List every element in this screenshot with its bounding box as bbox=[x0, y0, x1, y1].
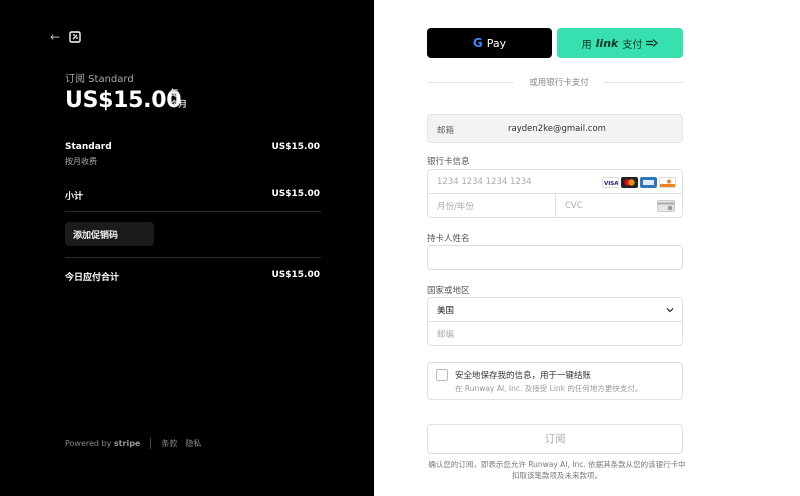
cardholder-name-input[interactable] bbox=[427, 245, 683, 270]
arrow-right-icon bbox=[646, 39, 659, 47]
google-pay-button[interactable]: G Pay bbox=[427, 28, 552, 58]
line-item-amount: US$15.00 bbox=[271, 142, 320, 152]
privacy-link[interactable]: 隐私 bbox=[185, 438, 201, 449]
zip-input[interactable]: 邮编 bbox=[427, 321, 683, 346]
plan-heading: 订阅 Standard bbox=[65, 74, 134, 85]
billing-period-line1: 每 bbox=[170, 89, 179, 99]
cvc-placeholder: CVC bbox=[565, 200, 583, 211]
link-suffix: 支付 bbox=[622, 39, 643, 51]
subtotal-amount: US$15.00 bbox=[271, 189, 320, 199]
zip-placeholder: 邮编 bbox=[437, 329, 455, 340]
total-label: 今日应付合计 bbox=[65, 273, 120, 283]
runway-logo-icon bbox=[69, 31, 81, 43]
save-info-checkbox[interactable] bbox=[436, 369, 448, 381]
subscribe-button[interactable]: 订阅 bbox=[427, 424, 683, 454]
billing-period-line2: 个月 bbox=[170, 100, 188, 110]
email-label: 邮箱 bbox=[437, 126, 455, 136]
total-price: US$15.00 bbox=[65, 88, 182, 113]
country-select[interactable]: 美国 bbox=[427, 297, 683, 322]
link-prefix: 用 bbox=[581, 39, 592, 51]
line-item-sub: 按月收费 bbox=[65, 157, 97, 166]
save-info-subtitle: 在 Runway AI, Inc. 及接受 Link 的任何地方更快支付。 bbox=[455, 384, 643, 393]
country-label: 国家或地区 bbox=[427, 286, 470, 296]
cardholder-label: 持卡人姓名 bbox=[427, 234, 470, 244]
mastercard-icon bbox=[621, 177, 638, 188]
powered-by-prefix: Powered by bbox=[65, 439, 114, 448]
order-summary-panel: ← 订阅 Standard US$15.00 每 个月 Standard 按月收… bbox=[0, 0, 374, 496]
terms-link[interactable]: 条款 bbox=[161, 438, 177, 449]
powered-by-stripe[interactable]: Powered by stripe bbox=[65, 439, 140, 448]
amex-icon bbox=[640, 177, 657, 188]
card-number-input[interactable]: 1234 1234 1234 1234 VISA bbox=[427, 169, 683, 194]
subtotal-label: 小计 bbox=[65, 192, 84, 202]
total-amount: US$15.00 bbox=[271, 270, 320, 280]
google-pay-label: Pay bbox=[486, 36, 507, 50]
email-value: rayden2ke@gmail.com bbox=[508, 124, 606, 134]
payment-panel: G Pay 用 link 支付 或用银行卡支付 邮箱 rayden2ke@gma… bbox=[374, 0, 800, 496]
card-info-label: 银行卡信息 bbox=[427, 157, 470, 167]
save-info-title: 安全地保存我的信息，用于一键结账 bbox=[455, 371, 592, 381]
add-promo-code-button[interactable]: 添加促销码 bbox=[65, 222, 154, 246]
chevron-down-icon bbox=[666, 308, 674, 313]
link-brand: link bbox=[595, 36, 619, 50]
discover-icon bbox=[659, 177, 676, 188]
save-info-option[interactable]: 安全地保存我的信息，用于一键结账 在 Runway AI, Inc. 及接受 L… bbox=[427, 362, 683, 400]
billing-period: 每 个月 bbox=[170, 89, 187, 111]
svg-text:VISA: VISA bbox=[604, 181, 618, 187]
expiry-input[interactable]: 月份/年份 bbox=[427, 193, 556, 218]
cvc-card-icon bbox=[657, 200, 675, 212]
back-arrow-icon[interactable]: ← bbox=[50, 31, 62, 43]
footer: Powered by stripe 条款 隐私 bbox=[65, 438, 201, 449]
divider bbox=[65, 257, 321, 258]
expiry-placeholder: 月份/年份 bbox=[437, 201, 474, 212]
stripe-brand: stripe bbox=[113, 439, 141, 448]
visa-icon: VISA bbox=[602, 177, 619, 188]
line-item-name: Standard bbox=[65, 142, 112, 152]
google-g-icon: G bbox=[473, 36, 483, 50]
divider bbox=[65, 211, 321, 212]
country-value: 美国 bbox=[437, 305, 455, 316]
email-field[interactable]: 邮箱 rayden2ke@gmail.com bbox=[427, 114, 683, 143]
google-g-letter: G bbox=[472, 36, 483, 50]
cvc-input[interactable]: CVC bbox=[555, 193, 683, 218]
card-number-placeholder: 1234 1234 1234 1234 bbox=[437, 176, 532, 187]
subscription-terms-text: 确认您的订阅，即表示您允许 Runway AI, Inc. 依据其条款从您的该银… bbox=[428, 460, 686, 480]
footer-separator bbox=[150, 438, 152, 449]
or-pay-with-card-text: 或用银行卡支付 bbox=[514, 76, 604, 88]
pay-with-link-button[interactable]: 用 link 支付 bbox=[557, 28, 683, 58]
